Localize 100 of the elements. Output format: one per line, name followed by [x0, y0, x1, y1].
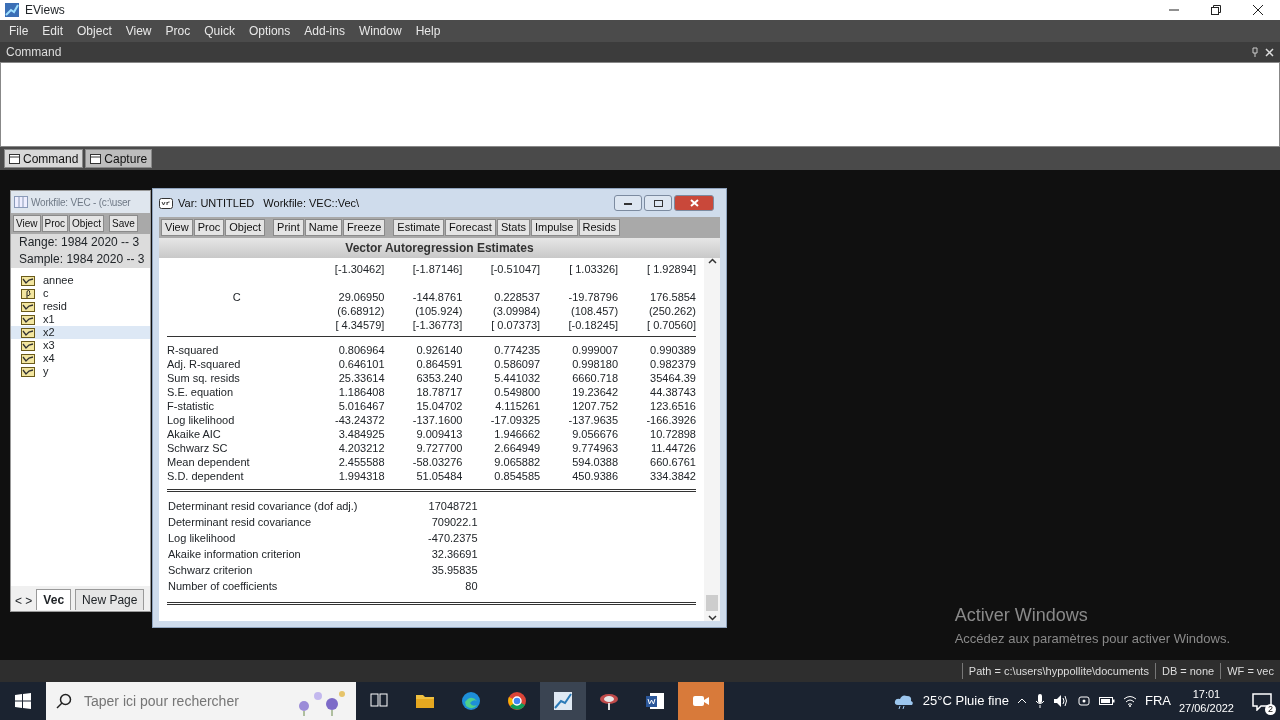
table-cell: 9.727700 — [384, 441, 463, 455]
restore-icon[interactable] — [1210, 4, 1222, 16]
page-nav-arrows[interactable]: < > — [15, 592, 33, 610]
menu-item[interactable]: Add-ins — [297, 22, 352, 40]
weather-text: 25°C Pluie fine — [922, 692, 1009, 711]
close-button[interactable] — [674, 195, 714, 211]
pin-icon[interactable] — [1251, 47, 1259, 57]
table-cell: [-1.87146] — [384, 262, 463, 276]
row-label: S.D. dependent — [167, 469, 245, 483]
panel-tab[interactable]: Command — [4, 149, 84, 168]
table-cell: 0.854585 — [462, 469, 541, 483]
language-indicator[interactable]: FRA — [1144, 691, 1171, 711]
menu-item[interactable]: View — [118, 22, 159, 40]
table-cell: 0.864591 — [384, 357, 463, 371]
menu-item[interactable]: Help — [408, 22, 448, 40]
toolbar-button[interactable]: View — [161, 219, 193, 236]
table-cell: 0.926140 — [384, 343, 463, 357]
command-input[interactable] — [0, 62, 1280, 147]
scroll-thumb[interactable] — [706, 595, 718, 611]
flower-app-icon[interactable] — [599, 691, 619, 711]
series-icon — [21, 327, 35, 338]
close-icon[interactable] — [1252, 4, 1264, 16]
scrollbar[interactable] — [704, 258, 720, 621]
toolbar-button[interactable]: Impulse — [530, 219, 578, 236]
table-cell: 2.664949 — [462, 441, 541, 455]
scroll-down-icon[interactable] — [707, 615, 717, 621]
status-item: DB = none — [1154, 662, 1221, 680]
menu-item[interactable]: Proc — [158, 22, 198, 40]
toolbar-button[interactable]: Freeze — [343, 219, 386, 236]
object-item[interactable]: x4 — [11, 352, 150, 365]
table-cell-text: 32.36691 — [430, 547, 479, 562]
round-browser-icon[interactable] — [507, 691, 527, 711]
minimize-button[interactable] — [614, 195, 642, 211]
toolbar-button[interactable]: Save — [108, 215, 138, 232]
microphone-icon[interactable] — [1034, 694, 1045, 708]
toolbar-button[interactable]: Proc — [193, 219, 225, 236]
table-cell-text: 2.455588 — [337, 455, 385, 469]
window-icon — [9, 153, 20, 164]
table-cell: -19.78796 — [540, 276, 619, 304]
menu-item[interactable]: Window — [351, 22, 409, 40]
table-cell-text: 709022.1 — [430, 515, 479, 530]
object-item[interactable]: x1 — [11, 313, 150, 326]
table-cell: 9.774963 — [540, 441, 619, 455]
table-cell: -58.03276 — [384, 455, 463, 469]
toolbar-button[interactable]: Object — [69, 215, 104, 232]
search-field[interactable]: Taper ici pour rechercher — [82, 689, 282, 713]
table-cell-text: (6.68912) — [336, 304, 385, 318]
toolbar-button[interactable]: Print — [273, 219, 304, 236]
object-item[interactable]: x2 — [11, 326, 150, 339]
toolbar-button[interactable]: Estimate — [393, 219, 445, 236]
menu-item[interactable]: Edit — [35, 22, 71, 40]
row-label: Akaike AIC — [167, 427, 222, 441]
menu-item[interactable]: Options — [241, 22, 298, 40]
document-app-icon[interactable] — [645, 691, 665, 711]
maximize-button[interactable] — [644, 195, 672, 211]
object-item[interactable]: annee — [11, 274, 150, 287]
toolbar-button[interactable]: View — [13, 215, 41, 232]
toolbar-button[interactable]: Name — [304, 219, 343, 236]
row-label: Determinant resid covariance (dof adj.) — [167, 499, 359, 514]
wifi-icon[interactable] — [1122, 695, 1137, 707]
row-label: Determinant resid covariance — [167, 515, 313, 530]
toolbar-button[interactable]: Object — [225, 219, 266, 236]
scroll-up-icon[interactable] — [707, 258, 717, 264]
object-item[interactable]: resid — [11, 300, 150, 313]
page-tab[interactable]: Vec — [36, 589, 72, 610]
table-cell: 660.6761 — [618, 455, 696, 469]
battery-icon[interactable] — [1098, 696, 1115, 706]
object-item[interactable]: c — [11, 287, 150, 300]
table-cell-text: 0.646101 — [337, 357, 385, 371]
status-item: Path = c:\users\hyppollite\documents — [961, 662, 1155, 680]
object-item[interactable]: y — [11, 365, 150, 378]
table-cell: 9.065882 — [462, 455, 541, 469]
panel-tab[interactable]: Capture — [85, 149, 153, 168]
table-cell-text: 3.484925 — [337, 427, 385, 441]
page-tab[interactable]: New Page — [75, 589, 145, 610]
object-item[interactable]: x3 — [11, 339, 150, 352]
toolbar-button[interactable]: Stats — [496, 219, 530, 236]
table-cell: [ 0.70560] — [618, 318, 696, 332]
clock-date[interactable]: 27/06/2022 — [1178, 701, 1234, 715]
toolbar-button[interactable]: Forecast — [445, 219, 496, 236]
activation-text: Accédez aux paramètres pour activer Windows. — [954, 629, 1230, 648]
table-cell: 5.441032 — [462, 371, 541, 385]
toolbar-button[interactable]: Proc — [41, 215, 69, 232]
browser-wave-icon[interactable] — [461, 691, 481, 711]
toolbar-button[interactable]: Resids — [578, 219, 621, 236]
range-label: Range: — [19, 235, 58, 249]
menu-item[interactable]: Object — [70, 22, 119, 40]
var-window-icon — [159, 197, 173, 209]
notification-icon[interactable] — [1252, 692, 1272, 711]
speaker-icon[interactable] — [1052, 694, 1069, 708]
table-cell: [ 1.03326] — [540, 262, 619, 276]
chart-app-icon[interactable] — [553, 691, 573, 711]
clock-time[interactable]: 17:01 — [1178, 687, 1234, 701]
app-title: EViews — [25, 2, 65, 19]
menu-item[interactable]: File — [2, 22, 36, 40]
device-icon[interactable] — [1076, 694, 1091, 708]
taskbar-search-box[interactable]: Taper ici pour rechercher — [46, 682, 356, 720]
chevron-up-icon[interactable] — [1016, 698, 1027, 704]
windows-start-icon[interactable] — [15, 693, 31, 709]
menu-item[interactable]: Quick — [197, 22, 242, 40]
